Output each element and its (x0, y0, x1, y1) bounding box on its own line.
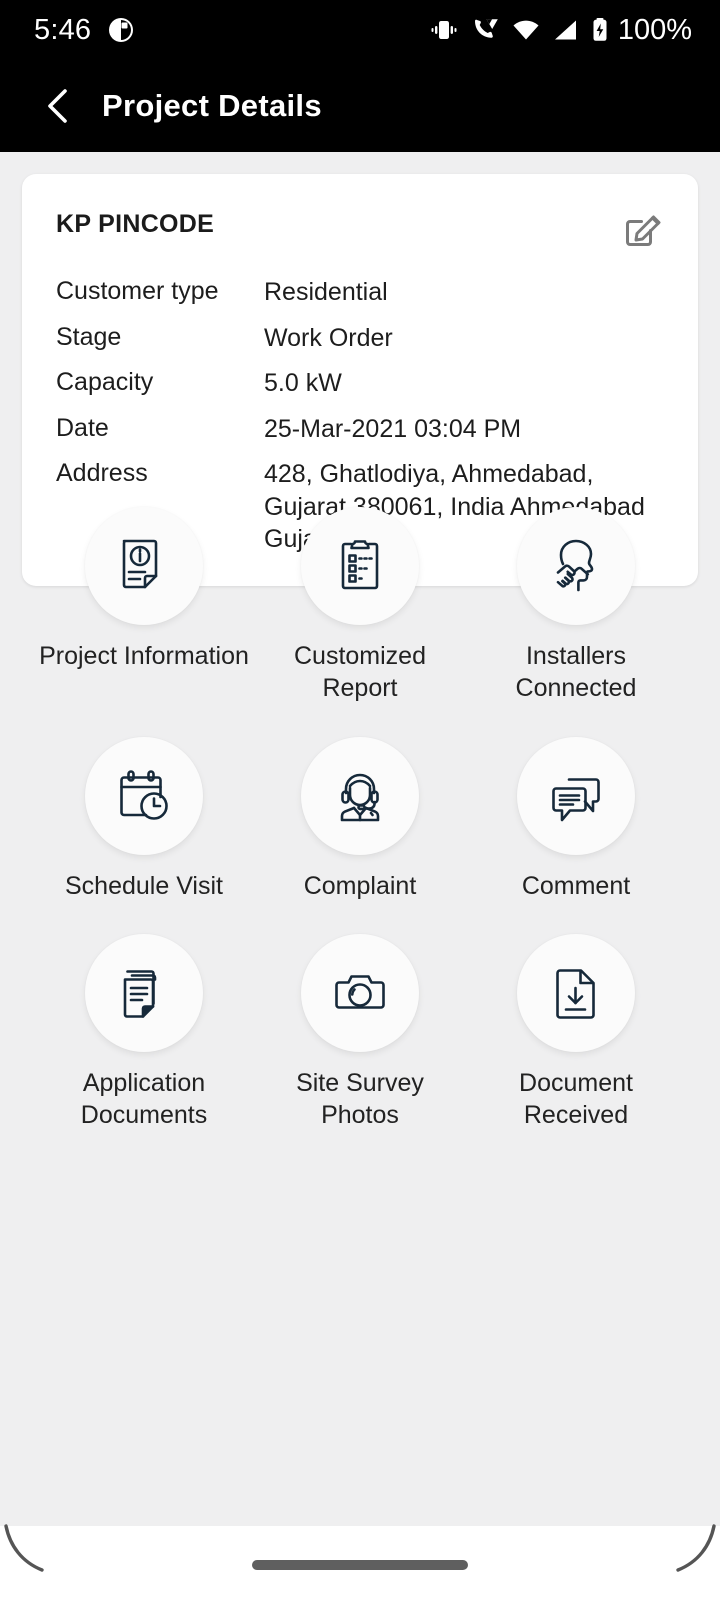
row-key: Stage (56, 322, 122, 351)
row-value: Work Order (264, 323, 393, 352)
tile-label: Site Survey Photos (296, 1069, 424, 1129)
cellular-signal-icon (554, 20, 576, 40)
status-bar-clock: 5:46 (34, 13, 92, 46)
table-row: Stage Work Order (56, 322, 664, 368)
table-row: Customer type Residential (56, 276, 664, 322)
table-row: Date 25-Mar-2021 03:04 PM (56, 413, 664, 459)
action-tile-application-documents[interactable]: Application Documents (36, 934, 252, 1132)
wifi-icon (513, 20, 539, 40)
action-tile-customized-report[interactable]: Customized Report (252, 507, 468, 705)
screen-corner-left (4, 1524, 44, 1572)
tile-label: Customized Report (294, 642, 426, 702)
stacked-documents-icon (123, 970, 157, 1019)
calendar-clock-icon (120, 769, 168, 820)
tile-icon-circle (301, 736, 419, 855)
document-download-icon (556, 969, 595, 1020)
tile-icon-circle (517, 507, 635, 625)
screen-corner-right (676, 1524, 716, 1572)
tile-icon-circle (517, 736, 635, 855)
action-tile-document-received[interactable]: Document Received (468, 934, 684, 1132)
row-value: Residential (264, 278, 388, 306)
wifi-calling-icon (474, 19, 498, 38)
app-bar: Project Details (0, 60, 720, 152)
handshake-head-icon (556, 539, 594, 592)
headset-agent-icon (340, 773, 380, 821)
battery-charging-icon (593, 18, 607, 41)
card-title: KP PINCODE (56, 210, 215, 238)
table-row: Capacity 5.0 kW (56, 367, 664, 413)
content-area: KP PINCODE Customer type Residential Sta… (0, 152, 720, 1526)
row-key: Capacity (56, 368, 154, 396)
tile-label: Complaint (303, 871, 417, 900)
tile-label: Comment (521, 871, 631, 900)
tile-icon-circle (301, 507, 419, 625)
chevron-left-icon (48, 89, 67, 123)
row-value: 5.0 kW (264, 369, 342, 397)
tile-icon-circle (517, 934, 635, 1053)
speech-bubbles-icon (552, 777, 600, 821)
action-tile-complaint[interactable]: Complaint (252, 736, 468, 903)
camera-icon (335, 975, 385, 1010)
page-title: Project Details (102, 88, 322, 123)
row-key: Date (56, 413, 109, 442)
action-tile-comment[interactable]: Comment (468, 736, 684, 903)
tile-label: Schedule Visit (65, 871, 223, 900)
tile-icon-circle (301, 934, 419, 1053)
tile-label: Application Documents (80, 1069, 208, 1129)
tile-icon-circle (85, 507, 203, 625)
tile-label: Document Received (519, 1069, 633, 1129)
edit-square-icon (626, 215, 661, 246)
gesture-home-handle[interactable] (252, 1560, 468, 1570)
vibrate-icon (431, 21, 457, 39)
action-tile-site-survey-photos[interactable]: Site Survey Photos (252, 934, 468, 1132)
status-bar-left: 5:46 (34, 14, 135, 47)
clipboard-checklist-icon (341, 540, 379, 590)
app-notification-icon (109, 18, 134, 42)
document-info-icon (122, 539, 158, 589)
row-key: Customer type (56, 277, 219, 305)
status-bar-right: 100% (429, 14, 692, 47)
tile-icon-circle (85, 934, 203, 1053)
system-navigation-bar (0, 1524, 720, 1600)
row-value: 25-Mar-2021 03:04 PM (264, 414, 522, 443)
action-tile-installers-connected[interactable]: Installers Connected (468, 507, 684, 705)
tile-icon-circle (85, 736, 203, 855)
tile-label: Installers Connected (515, 642, 637, 702)
battery-percent-label: 100% (617, 13, 692, 46)
action-tile-project-information[interactable]: Project Information (36, 507, 252, 705)
tile-label: Project Information (39, 642, 249, 670)
action-grid: Project Information Customized Report In… (0, 507, 720, 1132)
action-tile-schedule-visit[interactable]: Schedule Visit (36, 736, 252, 903)
status-bar: 5:46 100% (0, 0, 720, 60)
edit-project-button[interactable] (620, 206, 664, 250)
back-button[interactable] (30, 78, 86, 134)
card-header: KP PINCODE (56, 206, 664, 250)
phone-screen: 5:46 100% Project Details KP PINCODE Cus… (0, 0, 720, 1600)
